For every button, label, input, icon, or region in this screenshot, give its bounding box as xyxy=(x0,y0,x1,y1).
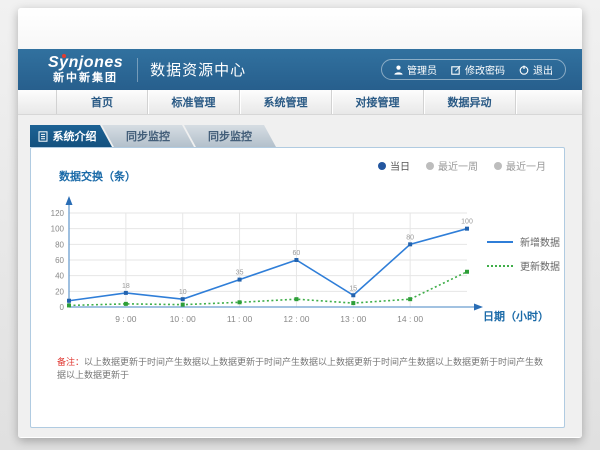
nav-item-system-mgmt[interactable]: 系统管理 xyxy=(240,90,332,114)
logo-subtext: 新中新集团 xyxy=(48,73,123,84)
svg-text:12 : 00: 12 : 00 xyxy=(283,314,309,324)
svg-text:13 : 00: 13 : 00 xyxy=(340,314,366,324)
legend-item-updated-data: 更新数据 xyxy=(487,258,560,273)
nav-item-interface-mgmt[interactable]: 对接管理 xyxy=(332,90,424,114)
nav-item-data-change[interactable]: 数据异动 xyxy=(424,90,516,114)
content-area: 系统介绍 同步监控 同步监控 当日 最近一周 xyxy=(18,115,582,437)
header-divider xyxy=(137,58,138,82)
user-menu: 管理员 修改密码 退出 xyxy=(381,59,566,80)
user-icon xyxy=(394,65,403,75)
svg-text:0: 0 xyxy=(60,303,65,312)
svg-text:60: 60 xyxy=(293,250,301,257)
tab-bar: 系统介绍 同步监控 同步监控 xyxy=(30,125,276,147)
tab-sync-monitor-2-label: 同步监控 xyxy=(208,128,252,144)
power-icon xyxy=(519,65,529,75)
svg-text:40: 40 xyxy=(55,272,64,281)
time-filter-group: 当日 最近一周 最近一月 xyxy=(378,158,546,173)
note-label: 备注： xyxy=(57,357,84,367)
legend-item-new-data: 新增数据 xyxy=(487,234,560,249)
x-axis-title: 日期（小时） xyxy=(483,308,549,324)
svg-text:100: 100 xyxy=(51,225,65,234)
svg-text:10 : 00: 10 : 00 xyxy=(170,314,196,324)
tab-system-intro[interactable]: 系统介绍 xyxy=(30,125,112,147)
radio-unselected-icon xyxy=(426,162,434,170)
app-header: Synjones 新中新集团 数据资源中心 管理员 修改密码 xyxy=(18,49,582,90)
admin-user-button[interactable]: 管理员 xyxy=(394,62,437,77)
chart-panel: 当日 最近一周 最近一月 数据交换（条） 0 20 40 60 80 100 120 9 : … xyxy=(30,147,565,428)
svg-text:9 : 00: 9 : 00 xyxy=(115,314,137,324)
logo-accent-dot xyxy=(62,54,66,58)
tab-sync-monitor-1-label: 同步监控 xyxy=(126,128,170,144)
solid-line-swatch xyxy=(487,241,513,243)
change-password-button[interactable]: 修改密码 xyxy=(451,62,505,77)
company-logo: Synjones 新中新集团 xyxy=(48,55,123,84)
svg-text:14 : 00: 14 : 00 xyxy=(397,314,423,324)
radio-selected-icon xyxy=(378,162,386,170)
svg-text:80: 80 xyxy=(406,234,414,241)
line-chart: 0 20 40 60 80 100 120 9 : 00 10 : 00 11 : 00 12 : … xyxy=(47,190,487,340)
svg-text:20: 20 xyxy=(55,287,64,296)
y-axis-title: 数据交换（条） xyxy=(59,168,136,184)
legend-updated-data-label: 更新数据 xyxy=(520,258,560,273)
filter-today[interactable]: 当日 xyxy=(378,158,410,173)
logout-button[interactable]: 退出 xyxy=(519,62,553,77)
svg-text:10: 10 xyxy=(179,289,187,296)
logo-text: Synjones xyxy=(48,55,123,71)
logout-label: 退出 xyxy=(533,62,553,77)
filter-last-month-label: 最近一月 xyxy=(506,158,546,173)
footer-note: 备注：以上数据更新于时间产生数据以上数据更新于时间产生数据以上数据更新于时间产生… xyxy=(57,356,547,381)
svg-text:15: 15 xyxy=(349,285,357,292)
svg-text:100: 100 xyxy=(461,219,473,226)
svg-text:35: 35 xyxy=(236,270,244,277)
document-icon xyxy=(38,131,48,142)
tab-sync-monitor-2[interactable]: 同步监控 xyxy=(184,125,276,147)
dotted-line-swatch xyxy=(487,265,513,267)
main-nav: 首页 标准管理 系统管理 对接管理 数据异动 xyxy=(18,90,582,115)
page-title: 数据资源中心 xyxy=(150,59,246,80)
legend-new-data-label: 新增数据 xyxy=(520,234,560,249)
nav-item-standard-mgmt[interactable]: 标准管理 xyxy=(148,90,240,114)
filter-last-week-label: 最近一周 xyxy=(438,158,478,173)
app-window: Synjones 新中新集团 数据资源中心 管理员 修改密码 xyxy=(18,8,582,438)
tab-sync-monitor-1[interactable]: 同步监控 xyxy=(102,125,194,147)
radio-unselected-icon xyxy=(494,162,502,170)
svg-text:80: 80 xyxy=(55,240,64,249)
filter-last-week[interactable]: 最近一周 xyxy=(426,158,478,173)
svg-text:60: 60 xyxy=(55,256,64,265)
filter-last-month[interactable]: 最近一月 xyxy=(494,158,546,173)
svg-text:11 : 00: 11 : 00 xyxy=(227,314,253,324)
chart-legend: 新增数据 更新数据 xyxy=(487,234,560,273)
svg-text:120: 120 xyxy=(51,209,65,218)
svg-text:18: 18 xyxy=(122,283,130,290)
note-text: 以上数据更新于时间产生数据以上数据更新于时间产生数据以上数据更新于时间产生数据以… xyxy=(57,357,543,380)
filter-today-label: 当日 xyxy=(390,158,410,173)
change-password-label: 修改密码 xyxy=(465,62,505,77)
admin-user-label: 管理员 xyxy=(407,62,437,77)
nav-item-home[interactable]: 首页 xyxy=(56,90,148,114)
edit-icon xyxy=(451,65,461,75)
tab-system-intro-label: 系统介绍 xyxy=(53,128,97,144)
browser-chrome-strip xyxy=(18,8,582,49)
